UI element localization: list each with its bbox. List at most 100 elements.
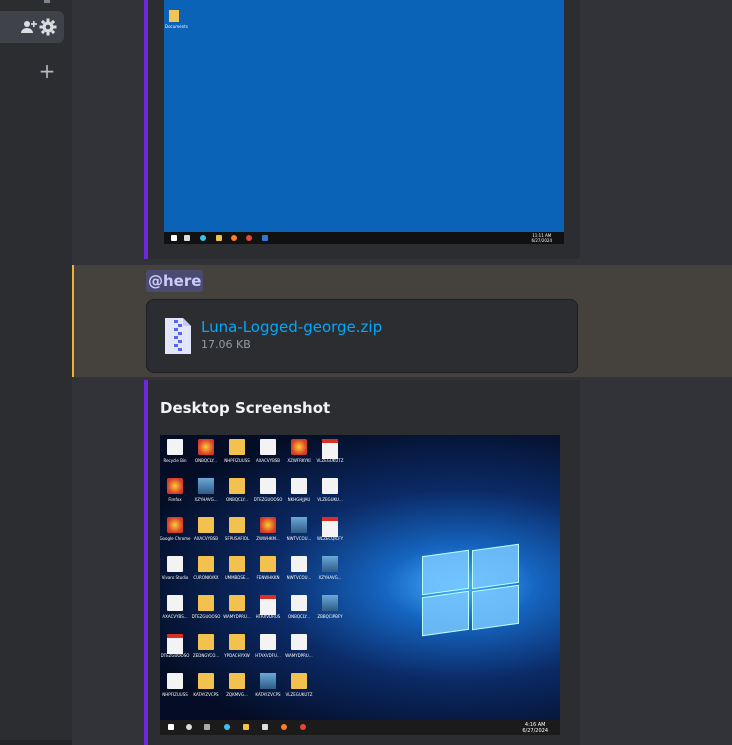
desktop-icon[interactable] [260,478,276,494]
desktop-icon-label: WAMYDPRU... [223,614,251,619]
desktop-icon-label: KATAYZVCPS [255,692,281,697]
desktop-icon[interactable] [322,517,338,537]
desktop-icon[interactable] [291,478,307,494]
folder-icon [243,724,249,730]
file-attachment[interactable]: Luna-Logged-george.zip 17.06 KB [146,299,578,373]
desktop-icon[interactable] [229,517,245,533]
desktop-icon-label: Recycle Bin [163,458,187,463]
store-icon [262,724,268,730]
desktop-icon-label: AXACVYBSB [255,458,281,463]
desktop-icon[interactable] [291,517,307,533]
desktop-icon-label: YPDACHYXW [224,653,250,658]
desktop-icon-label: Firefox [168,497,182,502]
clock-date: 6/27/2024 [522,728,548,734]
desktop-icon[interactable] [291,595,307,611]
gear-icon[interactable] [39,18,57,36]
desktop-icon-label: UMMBDSE... [224,575,250,580]
desktop-icon-label: ZEDNGYCO... [192,653,220,658]
desktop-icon-label: NWTVCOU... [286,575,312,580]
desktop-icon[interactable] [229,556,245,572]
desktop-icon-label: WLZECQICFY [316,536,344,541]
firefox-icon [231,235,237,241]
desktop-icon-label: AXACVYBSB [193,536,219,541]
desktop-icon[interactable] [322,556,338,572]
desktop-icon[interactable] [291,439,307,455]
desktop-icon-label: ZBBQCIPBFY [317,614,343,619]
desktop-icon[interactable] [198,517,214,533]
desktop-icon-label: XZWFRKYKI [287,458,311,463]
desktop-icon[interactable] [260,517,276,533]
desktop-icon[interactable] [167,634,183,654]
start-icon [168,724,174,730]
desktop-icon[interactable] [167,556,183,572]
desktop-icon-label: HTAXVDFU... [255,653,281,658]
desktop-icon[interactable] [322,439,338,459]
desktop-icon[interactable] [322,478,338,494]
desktop-icon[interactable] [260,595,276,615]
desktop-icon-label: NHPFIZUUSS [162,692,188,697]
desktop-icon-label: Google Chrome [160,536,191,541]
desktop-icon[interactable] [229,478,245,494]
screenshot-image-2[interactable]: Recycle Bin ONBQCLY... NHPFIZUUSS AXACVYBSB… [160,435,560,735]
desktop-icon[interactable] [229,634,245,650]
desktop-icon-label: SFPUSAFIOL [224,536,250,541]
desktop-icon[interactable] [167,517,183,533]
desktop-icon[interactable] [167,595,183,611]
desktop-icon[interactable] [229,673,245,689]
add-member-icon[interactable] [20,18,38,36]
desktop-icon[interactable] [198,673,214,689]
folder-icon [169,10,179,22]
desktop-icon[interactable] [167,478,183,494]
desktop-icon[interactable] [260,673,276,689]
desktop-icon-label: WAMYDPRU... [285,653,313,658]
attachment-filename[interactable]: Luna-Logged-george.zip [201,318,382,336]
desktop-icon-label: DTEZGUOOSO [191,614,221,619]
desktop-icon-label: NKHGHJJAU [287,497,311,502]
screenshot-embed-1: Documents 11:11 AM 6/27/2024 [144,0,580,259]
desktop-icon-label: VLZEGUKU... [317,497,343,502]
desktop-icon-label: ZQKMVG... [226,692,248,697]
taskbar-clock: 4:16 AM 6/27/2024 [522,722,548,734]
desktop-icon[interactable] [291,556,307,572]
desktop-icon-label: NWTVCOU... [286,536,312,541]
mention-here[interactable]: @here [146,270,204,292]
desktop-icon[interactable] [198,595,214,611]
plus-icon[interactable]: + [38,61,56,81]
desktop-icon-label: NHPFIZUUSS [224,458,250,463]
desktop-icon-label: AXACVYBS... [162,614,188,619]
desktop-icon[interactable] [260,439,276,455]
desktop-icon[interactable] [322,595,338,611]
desktop-icon[interactable] [260,556,276,572]
desktop-icon[interactable] [291,634,307,650]
screenshot-image-1[interactable]: Documents 11:11 AM 6/27/2024 [164,0,564,244]
embed-title: Desktop Screenshot [160,399,331,417]
taskbar: 11:11 AM 6/27/2024 [164,232,564,244]
desktop-icon-label: ZWWHKM... [256,536,280,541]
message-mention-highlight: @here Luna-Logged-george.zip 17.06 KB [72,265,732,377]
folder-icon [216,235,222,241]
screenshot-embed-2: Desktop Screenshot Recycle Bin ONBQCLY...… [144,380,580,745]
desktop-icon[interactable] [260,634,276,650]
desktop-icon[interactable] [229,439,245,455]
desktop-icon-label: FENWHKKN [256,575,280,580]
desktop-icon[interactable] [198,556,214,572]
desktop-icon[interactable] [167,673,183,689]
clock-date: 6/27/2024 [531,238,552,243]
start-icon [171,235,177,241]
desktop-icon[interactable] [291,673,307,689]
search-icon [186,724,192,730]
desktop-icon[interactable] [198,439,214,455]
windows-logo [422,543,519,637]
desktop-icon-label: XZYHAVG... [194,497,218,502]
desktop-icon[interactable] [198,478,214,494]
task-view-icon [204,724,210,730]
desktop-icon[interactable] [167,439,183,455]
desktop-icon-label: VLZEGUKUTZ [316,458,344,463]
firefox-icon [281,724,287,730]
channel-settings-chip[interactable] [0,11,64,43]
desktop-icon[interactable] [198,634,214,650]
server-sidebar: + [0,0,72,745]
app-icon [262,235,268,241]
desktop-icon[interactable] [229,595,245,611]
edge-icon [200,235,206,241]
